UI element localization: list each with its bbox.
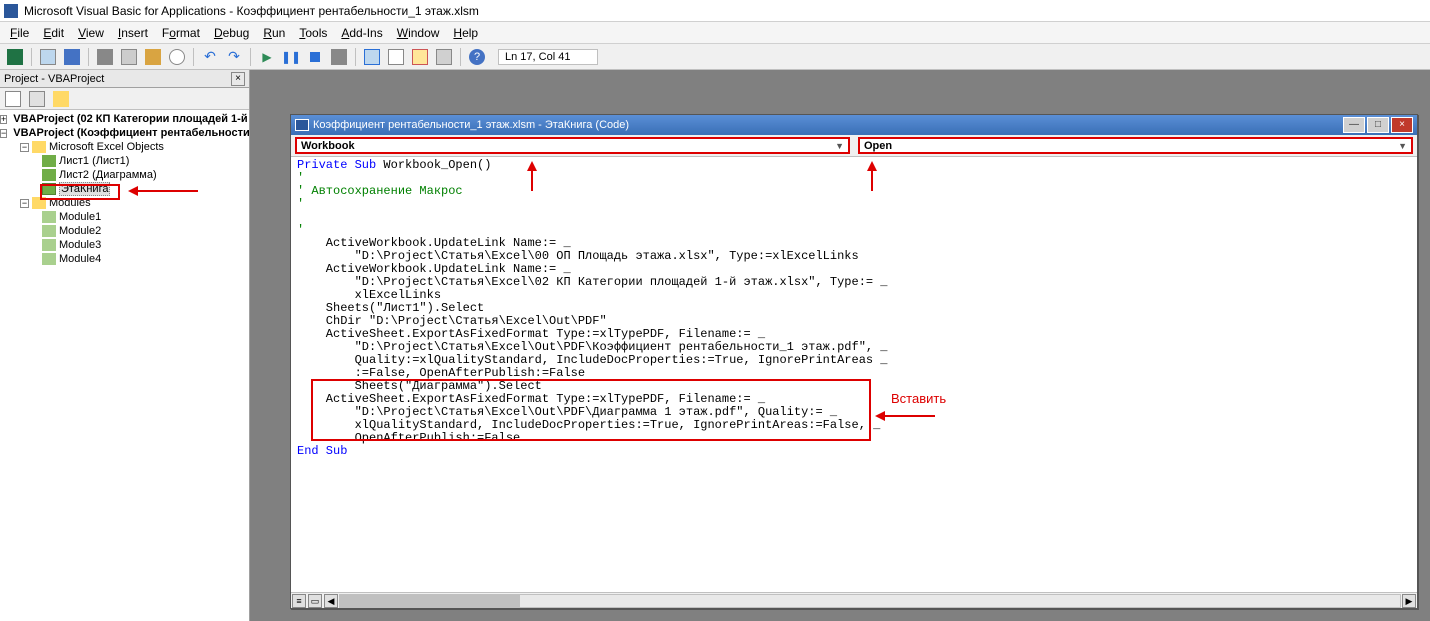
menu-format[interactable]: Format (162, 26, 200, 40)
tree-label: Лист1 (Лист1) (59, 155, 129, 167)
code-window-title: Коэффициент рентабельности_1 этаж.xlsm -… (313, 119, 629, 131)
help-button[interactable]: ? (466, 47, 488, 67)
object-dropdown-value: Workbook (301, 140, 355, 152)
annotation-insert-label: Вставить (891, 391, 946, 406)
code-dropdown-row: Workbook ▼ Open ▼ (291, 135, 1417, 157)
paste-button[interactable] (142, 47, 164, 67)
tree-label: Modules (49, 197, 91, 209)
redo-button[interactable]: ↷ (223, 47, 245, 67)
toggle-folders-button[interactable] (50, 89, 72, 109)
code-window-titlebar[interactable]: Коэффициент рентабельности_1 этаж.xlsm -… (291, 115, 1417, 135)
menu-addins[interactable]: Add-Ins (341, 26, 382, 40)
tree-module4[interactable]: Module4 (0, 252, 249, 266)
tree-label: Лист2 (Диаграмма) (59, 169, 157, 181)
tree-module3[interactable]: Module3 (0, 238, 249, 252)
menu-file[interactable]: File (10, 26, 29, 40)
object-browser-button[interactable] (409, 47, 431, 67)
tree-project-2[interactable]: − VBAProject (Коэффициент рентабельности… (0, 126, 249, 140)
tree-excel-objects-folder[interactable]: − Microsoft Excel Objects (0, 140, 249, 154)
chevron-down-icon: ▼ (835, 141, 844, 151)
menu-insert[interactable]: Insert (118, 26, 148, 40)
tree-project-1[interactable]: + VBAProject (02 КП Категории площадей 1… (0, 112, 249, 126)
maximize-button[interactable]: □ (1367, 117, 1389, 133)
tree-module2[interactable]: Module2 (0, 224, 249, 238)
code-scrollbar-row: ≡ ▭ ◀ ▶ (291, 592, 1417, 608)
view-code-button[interactable] (2, 89, 24, 109)
procedure-dropdown[interactable]: Open ▼ (858, 137, 1413, 154)
tree-sheet2[interactable]: Лист2 (Диаграмма) (0, 168, 249, 182)
cursor-position: Ln 17, Col 41 (498, 49, 598, 65)
code-window-icon (295, 119, 309, 131)
break-button[interactable]: ❚❚ (280, 47, 302, 67)
app-icon (4, 4, 18, 18)
copy-button[interactable] (118, 47, 140, 67)
save-button[interactable] (61, 47, 83, 67)
tree-modules-folder[interactable]: − Modules (0, 196, 249, 210)
tree-label: Module3 (59, 239, 101, 251)
main-toolbar: ↶ ↷ ▶ ❚❚ ? Ln 17, Col 41 (0, 44, 1430, 70)
tree-label: Module4 (59, 253, 101, 265)
close-button[interactable]: × (1391, 117, 1413, 133)
code-window: Коэффициент рентабельности_1 этаж.xlsm -… (290, 114, 1418, 609)
view-object-button[interactable] (26, 89, 48, 109)
procedure-view-button[interactable]: ≡ (292, 594, 306, 608)
full-module-view-button[interactable]: ▭ (308, 594, 322, 608)
find-button[interactable] (166, 47, 188, 67)
menu-tools[interactable]: Tools (299, 26, 327, 40)
minimize-button[interactable]: — (1343, 117, 1365, 133)
app-titlebar: Microsoft Visual Basic for Applications … (0, 0, 1430, 22)
view-excel-button[interactable] (4, 47, 26, 67)
tree-label-selected: ЭтаКнига (59, 182, 110, 196)
chevron-down-icon: ▼ (1398, 141, 1407, 151)
app-title: Microsoft Visual Basic for Applications … (24, 4, 479, 18)
menu-edit[interactable]: Edit (43, 26, 64, 40)
horizontal-scrollbar[interactable] (339, 594, 1401, 608)
toolbox-button[interactable] (433, 47, 455, 67)
code-text[interactable]: Private Sub Workbook_Open() ' ' Автосохр… (291, 157, 1417, 460)
project-panel-title: Project - VBAProject × (0, 70, 249, 88)
menu-window[interactable]: Window (397, 26, 440, 40)
tree-label: VBAProject (Коэффициент рентабельности_ (13, 127, 249, 139)
tree-label: Module1 (59, 211, 101, 223)
tree-label: Module2 (59, 225, 101, 237)
object-dropdown[interactable]: Workbook ▼ (295, 137, 850, 154)
menu-run[interactable]: Run (263, 26, 285, 40)
project-explorer: Project - VBAProject × + VBAProject (02 … (0, 70, 250, 621)
undo-button[interactable]: ↶ (199, 47, 221, 67)
mdi-area: Коэффициент рентабельности_1 этаж.xlsm -… (250, 70, 1430, 621)
tree-thisworkbook[interactable]: ЭтаКнига (0, 182, 249, 196)
project-tree: + VBAProject (02 КП Категории площадей 1… (0, 110, 249, 621)
project-panel-toolbar (0, 88, 249, 110)
tree-module1[interactable]: Module1 (0, 210, 249, 224)
insert-button[interactable] (37, 47, 59, 67)
cut-button[interactable] (94, 47, 116, 67)
scroll-left-button[interactable]: ◀ (324, 594, 338, 608)
menubar: File Edit View Insert Format Debug Run T… (0, 22, 1430, 44)
project-panel-title-text: Project - VBAProject (4, 73, 104, 85)
menu-help[interactable]: Help (453, 26, 478, 40)
project-panel-close[interactable]: × (231, 72, 245, 86)
procedure-dropdown-value: Open (864, 140, 892, 152)
run-button[interactable]: ▶ (256, 47, 278, 67)
scroll-right-button[interactable]: ▶ (1402, 594, 1416, 608)
reset-button[interactable] (304, 47, 326, 67)
project-explorer-button[interactable] (361, 47, 383, 67)
properties-button[interactable] (385, 47, 407, 67)
code-editor[interactable]: Private Sub Workbook_Open() ' ' Автосохр… (291, 157, 1417, 592)
design-mode-button[interactable] (328, 47, 350, 67)
tree-sheet1[interactable]: Лист1 (Лист1) (0, 154, 249, 168)
tree-label: Microsoft Excel Objects (49, 141, 164, 153)
menu-view[interactable]: View (78, 26, 104, 40)
menu-debug[interactable]: Debug (214, 26, 249, 40)
tree-label: VBAProject (02 КП Категории площадей 1-й… (13, 113, 249, 125)
